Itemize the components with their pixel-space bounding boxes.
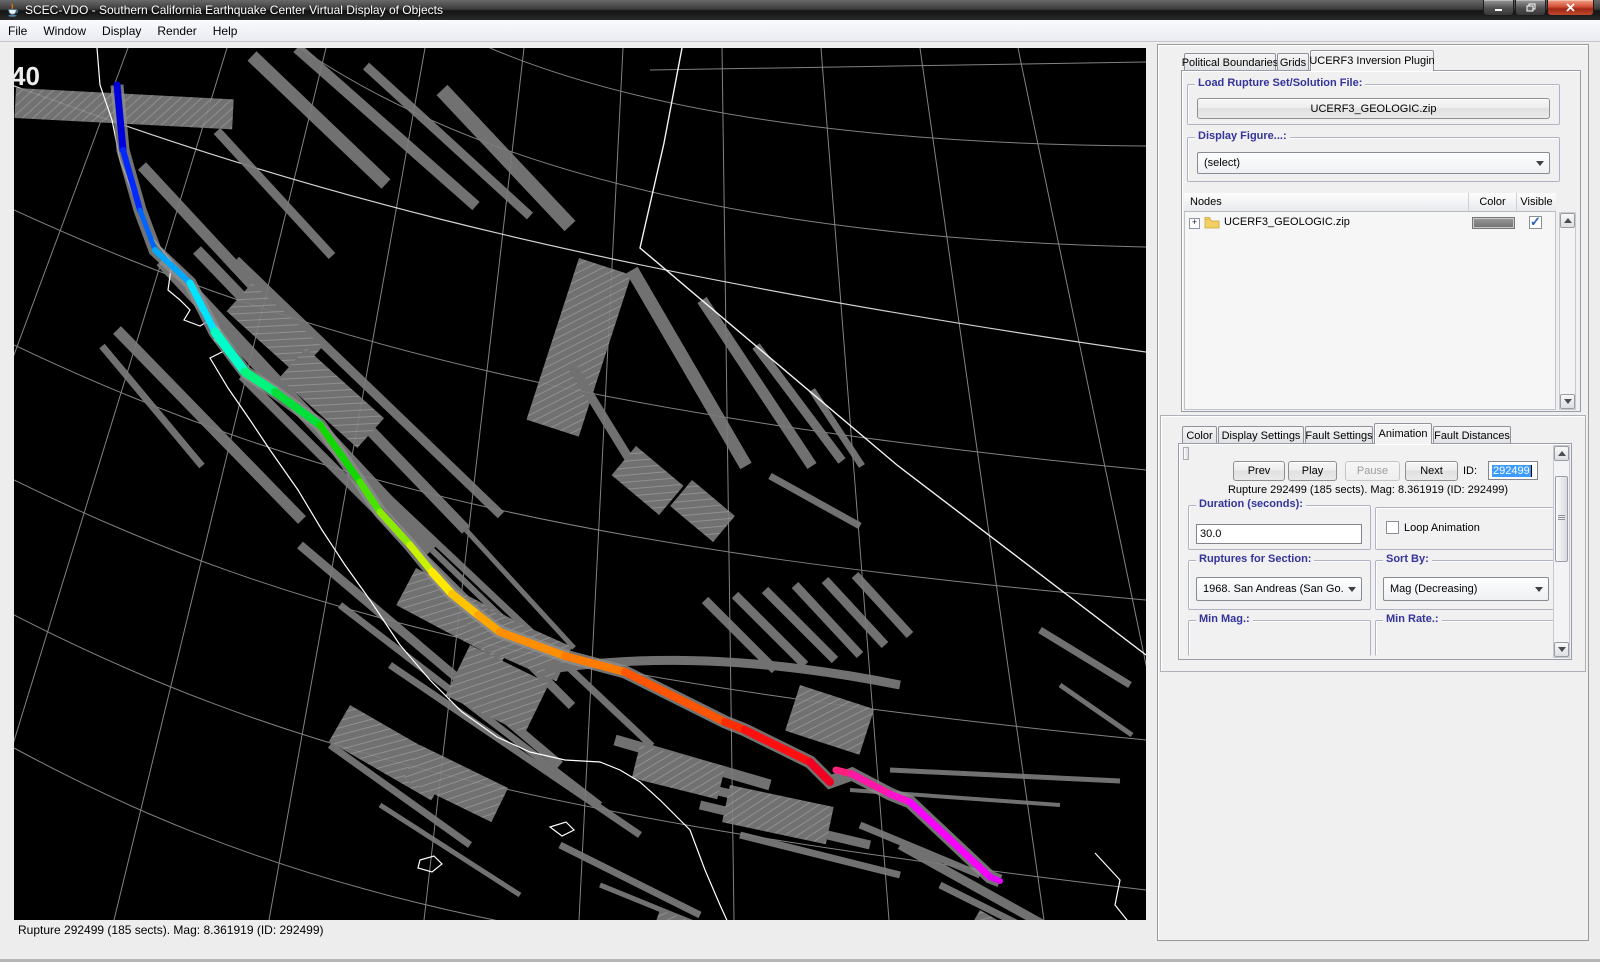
node-name: UCERF3_GEOLOGIC.zip bbox=[1224, 216, 1350, 228]
loop-animation-label: Loop Animation bbox=[1404, 522, 1480, 534]
menu-window[interactable]: Window bbox=[35, 22, 94, 40]
scroll-up-icon[interactable] bbox=[1554, 446, 1569, 461]
min-rate-groupbox: Min Rate.: bbox=[1375, 620, 1558, 656]
display-figure-group-label: Display Figure...: bbox=[1195, 130, 1290, 142]
folder-icon bbox=[1204, 216, 1220, 229]
tab-fault-settings[interactable]: Fault Settings bbox=[1305, 426, 1373, 444]
next-button[interactable]: Next bbox=[1405, 461, 1458, 481]
table-row[interactable]: + UCERF3_GEOLOGIC.zip bbox=[1184, 212, 1556, 233]
chevron-down-icon bbox=[1348, 587, 1356, 592]
tab-fault-distances[interactable]: Fault Distances bbox=[1433, 426, 1511, 444]
window-title: SCEC-VDO - Southern California Earthquak… bbox=[25, 3, 443, 17]
ruptures-for-section-label: Ruptures for Section: bbox=[1196, 553, 1314, 565]
latitude-label: 40 bbox=[14, 61, 40, 91]
duration-group-label: Duration (seconds): bbox=[1196, 498, 1306, 510]
duration-input[interactable]: 30.0 bbox=[1196, 524, 1362, 544]
node-visible-checkbox[interactable] bbox=[1529, 216, 1542, 229]
min-rate-label: Min Rate.: bbox=[1383, 613, 1442, 625]
chevron-down-icon bbox=[1535, 587, 1543, 592]
pause-button[interactable]: Pause bbox=[1345, 461, 1400, 481]
tab-color[interactable]: Color bbox=[1182, 426, 1217, 444]
scroll-up-icon[interactable] bbox=[1560, 213, 1575, 228]
restore-button[interactable] bbox=[1515, 0, 1546, 16]
coastline bbox=[97, 48, 1142, 920]
rupture-id-input[interactable]: 292499 bbox=[1488, 461, 1538, 480]
id-label: ID: bbox=[1463, 465, 1477, 477]
ruptures-for-section-value: 1968. San Andreas (San Go... bbox=[1203, 583, 1343, 595]
title-bar: SCEC-VDO - Southern California Earthquak… bbox=[0, 0, 1600, 20]
tab-grids[interactable]: Grids bbox=[1277, 53, 1309, 71]
minimize-icon bbox=[1494, 3, 1503, 12]
sort-by-select[interactable]: Mag (Decreasing) bbox=[1383, 577, 1549, 601]
scroll-down-icon[interactable] bbox=[1560, 394, 1575, 409]
rupture-segment bbox=[990, 877, 1000, 881]
display-figure-selected-value: (select) bbox=[1204, 157, 1240, 169]
scrollbar-thumb[interactable] bbox=[1555, 476, 1568, 562]
nodes-column-header[interactable]: Nodes bbox=[1184, 193, 1469, 212]
menu-bar: File Window Display Render Help bbox=[0, 20, 1600, 42]
status-bar-text: Rupture 292499 (185 sects). Mag: 8.36191… bbox=[18, 923, 324, 937]
menu-display[interactable]: Display bbox=[94, 22, 149, 40]
menu-render[interactable]: Render bbox=[149, 22, 204, 40]
id-selected-text: 292499 bbox=[1492, 465, 1531, 477]
close-button[interactable] bbox=[1547, 0, 1594, 16]
tab-display-settings[interactable]: Display Settings bbox=[1218, 426, 1304, 444]
prev-button[interactable]: Prev bbox=[1233, 461, 1285, 481]
tree-expand-icon[interactable]: + bbox=[1189, 218, 1200, 229]
visible-column-header[interactable]: Visible bbox=[1517, 193, 1556, 212]
tab-ucerf3-inversion-plugin[interactable]: UCERF3 Inversion Plugin bbox=[1310, 50, 1434, 71]
display-figure-select[interactable]: (select) bbox=[1197, 152, 1550, 174]
rupture-segment bbox=[625, 672, 725, 722]
restore-icon bbox=[1526, 3, 1536, 12]
load-rupture-group-label: Load Rupture Set/Solution File: bbox=[1195, 77, 1365, 89]
color-column-header[interactable]: Color bbox=[1469, 193, 1517, 212]
chevron-down-icon bbox=[1536, 161, 1544, 166]
tab-political-boundaries[interactable]: Political Boundaries bbox=[1184, 53, 1276, 71]
fault-surfaces bbox=[14, 48, 1132, 920]
state-border-line bbox=[640, 48, 1146, 655]
animation-scrollbar[interactable] bbox=[1553, 445, 1570, 658]
rupture-caption: Rupture 292499 (185 sects). Mag: 8.36191… bbox=[1188, 484, 1548, 496]
loop-animation-checkbox[interactable] bbox=[1386, 521, 1399, 534]
min-mag-groupbox: Min Mag.: bbox=[1188, 620, 1371, 656]
menu-help[interactable]: Help bbox=[205, 22, 246, 40]
fault-map-canvas: 40 bbox=[14, 48, 1146, 920]
scroll-down-icon[interactable] bbox=[1554, 642, 1569, 657]
map-3d-viewport[interactable]: 40 bbox=[14, 48, 1146, 920]
sort-by-label: Sort By: bbox=[1383, 553, 1432, 565]
tab-animation[interactable]: Animation bbox=[1374, 423, 1432, 444]
play-button[interactable]: Play bbox=[1288, 461, 1337, 481]
toolbar-grip[interactable] bbox=[1183, 447, 1189, 460]
load-rupture-file-button[interactable]: UCERF3_GEOLOGIC.zip bbox=[1197, 98, 1550, 119]
node-color-swatch[interactable] bbox=[1472, 217, 1515, 229]
java-app-icon bbox=[5, 3, 20, 18]
close-icon bbox=[1566, 3, 1575, 12]
app-window: { "window": { "title": "SCEC-VDO - South… bbox=[0, 0, 1600, 962]
sort-by-value: Mag (Decreasing) bbox=[1390, 583, 1477, 595]
minimize-button[interactable] bbox=[1483, 0, 1514, 16]
min-mag-label: Min Mag.: bbox=[1196, 613, 1253, 625]
menu-file[interactable]: File bbox=[0, 22, 35, 40]
nodes-scrollbar[interactable] bbox=[1559, 212, 1576, 410]
ruptures-for-section-select[interactable]: 1968. San Andreas (San Go... bbox=[1196, 577, 1362, 601]
